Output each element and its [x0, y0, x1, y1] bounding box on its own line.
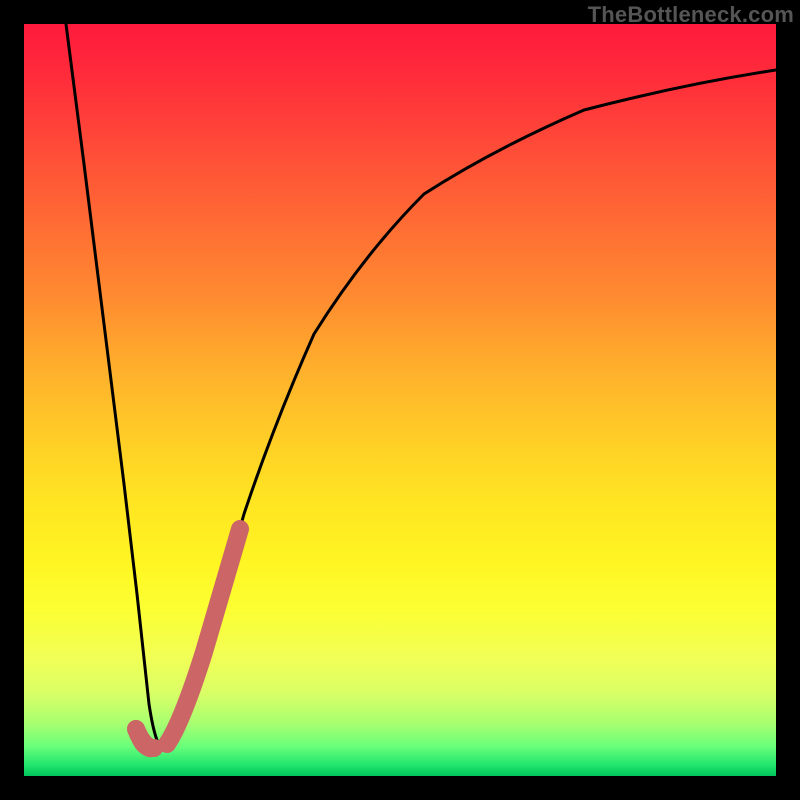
chart-frame: TheBottleneck.com — [0, 0, 800, 800]
bottleneck-curve — [66, 24, 776, 748]
chart-svg — [24, 24, 776, 776]
chart-plot-area — [24, 24, 776, 776]
watermark-text: TheBottleneck.com — [588, 2, 794, 28]
highlighted-range-hook — [136, 729, 154, 748]
